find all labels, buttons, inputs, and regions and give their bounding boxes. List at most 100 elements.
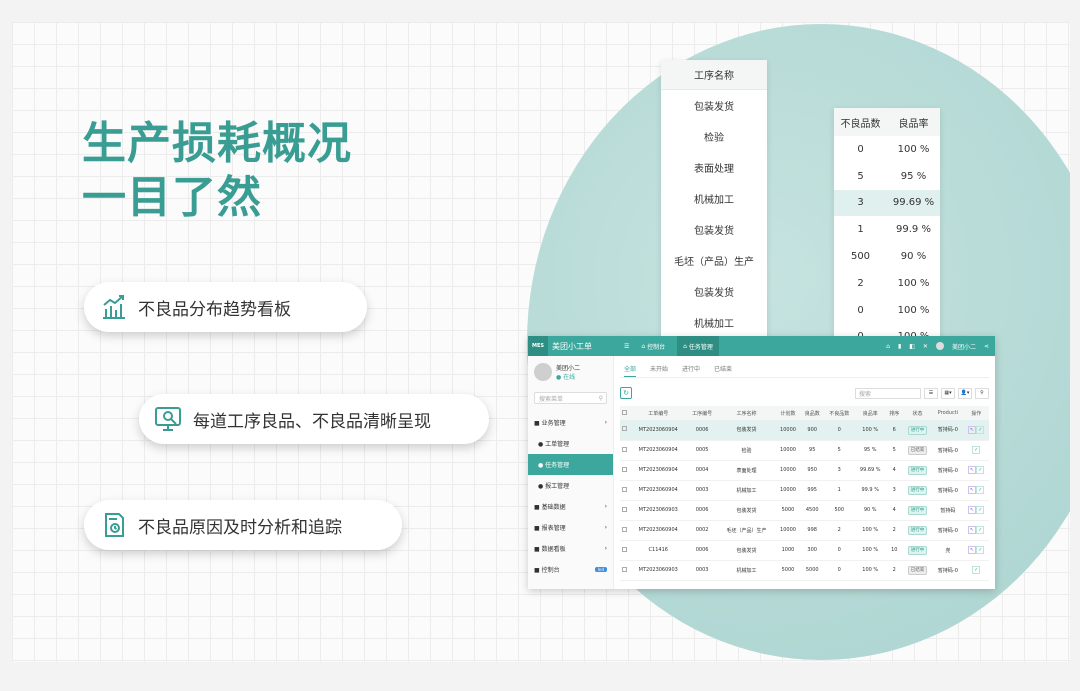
table-cell: 1 [824,480,855,501]
home-icon[interactable]: ⌂ [886,343,890,350]
task-table: 工单编号 工序编号 工序名称 计划数 良品数 不良品数 良品率 排序 状态 Producti 操作 … [620,406,989,581]
top-user-name[interactable]: 美团小二 [952,342,976,351]
table-row[interactable]: C11416 0006 包装发货 1000 300 0 100 % 10 进行中尧 ↖ ✓ [620,540,989,561]
table-row[interactable]: MT2023060904 0002 毛坯（产品）生产 10000 998 2 100 % 2 进… [620,520,989,541]
sidebar-item[interactable]: ■ 基础数据 › [528,496,613,517]
edit-icon[interactable]: ✓ [976,486,985,494]
status-badge: 进行中 [907,546,928,555]
row-actions: ↖ ✓ [963,520,989,541]
fullscreen-icon[interactable]: ✕ [923,343,928,350]
column-header[interactable]: 排序 [885,406,903,420]
column-header[interactable]: 工序编号 [686,406,718,420]
edit-icon[interactable]: ✓ [972,566,981,574]
row-checkbox[interactable] [620,460,630,481]
column-header[interactable]: 计划数 [775,406,801,420]
user-panel: 美团小二 ● 在线 [528,356,613,388]
chevron-right-icon: › [604,524,607,531]
status-tab[interactable]: 全部 [624,364,637,377]
top-tab-task[interactable]: ⌂ 任务管理 [677,336,719,356]
grid-view-button[interactable]: ▦▾ [941,387,955,399]
edit-icon[interactable]: ✓ [976,546,985,554]
list-view-button[interactable]: ☰ [924,387,938,399]
sidebar-item[interactable]: ■ 控制台 Ind [528,559,613,580]
report-icon[interactable]: ↖ [968,506,977,514]
process-name-header: 工序名称 [661,60,767,90]
defect-row: 3 99.69 % [834,189,940,217]
column-header[interactable]: 良品数 [800,406,824,420]
row-checkbox[interactable] [620,560,630,581]
report-icon[interactable]: ↖ [968,546,977,554]
report-icon[interactable]: ↖ [968,466,977,474]
table-cell: 0004 [686,460,718,481]
row-actions: ↖ ✓ [963,420,989,441]
sidebar-item[interactable]: ● 报工管理 [528,475,613,496]
table-row[interactable]: MT2023060904 0004 表面处理 10000 950 3 99.69 % 4 进行中… [620,460,989,481]
row-checkbox[interactable] [620,440,630,461]
table-cell: 0005 [686,440,718,461]
sidebar-item[interactable]: ■ 报表管理 › [528,517,613,538]
row-checkbox[interactable] [620,420,630,441]
row-checkbox[interactable] [620,520,630,541]
table-cell: 100 % [854,520,886,541]
edit-icon[interactable]: ✓ [976,506,985,514]
status-tab[interactable]: 已结束 [714,364,732,377]
table-cell: MT2023060903 [629,500,687,521]
column-header[interactable]: 工单编号 [629,406,687,420]
table-cell: MT2023060904 [629,460,687,481]
table-cell: 998 [800,520,824,541]
table-search-input[interactable]: 搜索 [855,387,921,399]
table-cell: 3 [824,460,855,481]
top-tab-console[interactable]: ⌂ 控制台 [635,336,671,356]
search-button[interactable]: ⚲ [975,387,989,399]
sidebar-item[interactable]: ■ 业务管理 › [528,412,613,433]
edit-icon[interactable]: ✓ [976,526,985,534]
menu-search-input[interactable]: 搜索菜单 ⚲ [534,392,607,404]
select-all-checkbox[interactable] [620,406,630,420]
status-tab[interactable]: 进行中 [682,364,700,377]
defect-cell: 500 [850,251,871,263]
process-row: 机械加工 [694,319,734,330]
refresh-button[interactable]: ↻ [620,387,632,399]
row-actions: ↖ ✓ [963,460,989,481]
column-header[interactable]: 良品率 [854,406,886,420]
table-row[interactable]: MT2023060904 0006 包装发货 10000 900 0 100 % 6 进行中 暂持… [620,420,989,441]
table-row[interactable]: MT2023060904 0005 检验 10000 95 5 95 % 5 已结束 暂持码-0 ✓ [620,440,989,461]
avatar[interactable] [935,342,944,350]
sidebar-item[interactable]: ● 任务管理 [528,454,613,475]
folder-icon: ■ [534,567,542,574]
column-header[interactable]: 状态 [902,406,933,420]
column-header[interactable]: 工序名称 [717,406,776,420]
columns-button[interactable]: 👤▾ [958,387,972,399]
sidebar-item[interactable]: ● 工单管理 [528,433,613,454]
report-icon[interactable]: ↖ [968,425,977,434]
row-checkbox[interactable] [620,500,630,521]
report-icon[interactable]: ↖ [968,486,977,494]
share-icon[interactable]: ⋖ [984,343,989,350]
column-header[interactable]: 操作 [963,406,989,420]
sidebar-item[interactable]: ■ 数据看板 › [528,538,613,559]
table-row[interactable]: MT2023060904 0003 机械加工 10000 995 1 99.9 % 3 进行中暂… [620,480,989,501]
column-header[interactable]: 不良品数 [824,406,855,420]
process-row: 检验 [704,133,724,144]
row-checkbox[interactable] [620,480,630,501]
status-tab[interactable]: 未开始 [650,364,668,377]
table-row[interactable]: MT2023060903 0006 包装发货 5000 4500 500 90 % 4 进行中暂… [620,500,989,521]
table-cell: 2 [885,560,903,581]
report-icon[interactable]: ↖ [968,526,977,534]
status-cell: 已结束 [902,440,933,461]
theme-icon[interactable]: ◧ [909,343,915,350]
trash-icon[interactable]: ▮ [898,343,901,350]
edit-icon[interactable]: ✓ [976,466,985,474]
sidebar-item-label: 业务管理 [541,420,566,427]
table-cell: 0 [824,540,855,561]
edit-icon[interactable]: ✓ [972,446,981,454]
table-cell: 毛坯（产品）生产 [717,520,776,541]
table-row[interactable]: MT2023060903 0003 机械加工 5000 5000 0 100 % 2 已结束 暂持… [620,560,989,581]
column-header[interactable]: Producti [932,406,964,420]
menu-icon[interactable]: ☰ [624,343,629,350]
table-cell: 10000 [775,420,801,441]
row-checkbox[interactable] [620,540,630,561]
table-cell: 暂持码-0 [932,460,964,481]
table-cell: 0003 [686,560,718,581]
edit-icon[interactable]: ✓ [976,425,985,434]
